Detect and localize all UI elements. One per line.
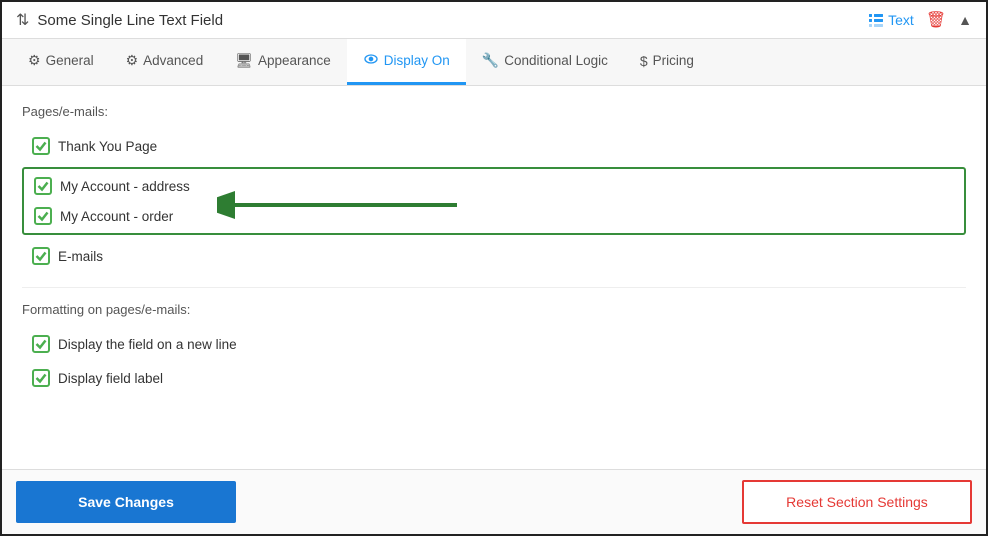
checkbox-field-label[interactable]	[32, 369, 50, 387]
check-icon-field-label	[35, 372, 47, 384]
footer: Save Changes Reset Section Settings	[2, 469, 986, 534]
checkbox-my-account-order[interactable]	[34, 207, 52, 225]
content-area: Pages/e-mails: Thank You Page My Account…	[2, 86, 986, 469]
list-icon	[868, 12, 884, 28]
tab-display-on[interactable]: Display On	[347, 39, 466, 85]
list-item-field-label[interactable]: Display field label	[22, 361, 966, 395]
appearance-icon: 🖥	[235, 52, 253, 69]
section-divider	[22, 287, 966, 288]
header-right: Text 🗑 ▲	[868, 10, 972, 30]
check-icon-order	[37, 210, 49, 222]
sort-icon: ⇅	[16, 10, 29, 30]
tabs-bar: ⚙ General ⚙ Advanced 🖥 Appearance Displa…	[2, 39, 986, 86]
tab-advanced[interactable]: ⚙ Advanced	[110, 40, 220, 84]
formatting-label: Formatting on pages/e-mails:	[22, 302, 966, 317]
list-item-thank-you[interactable]: Thank You Page	[22, 129, 966, 163]
collapse-icon[interactable]: ▲	[958, 12, 972, 28]
check-icon	[35, 140, 47, 152]
checkbox-emails[interactable]	[32, 247, 50, 265]
general-icon: ⚙	[28, 52, 41, 69]
tab-conditional-logic[interactable]: 🔧 Conditional Logic	[466, 40, 624, 84]
advanced-icon: ⚙	[126, 52, 139, 69]
conditional-logic-icon: 🔧	[482, 52, 499, 69]
reset-section-settings-button[interactable]: Reset Section Settings	[742, 480, 972, 524]
delete-icon[interactable]: 🗑	[926, 10, 946, 30]
display-on-icon	[363, 51, 379, 70]
list-item-new-line[interactable]: Display the field on a new line	[22, 327, 966, 361]
tab-pricing[interactable]: $ Pricing	[624, 41, 710, 84]
header: ⇅ Some Single Line Text Field Text 🗑 ▲	[2, 2, 986, 39]
header-left: ⇅ Some Single Line Text Field	[16, 10, 223, 30]
checkbox-thank-you[interactable]	[32, 137, 50, 155]
list-item-my-account-order[interactable]: My Account - order	[24, 201, 964, 231]
check-icon-emails	[35, 250, 47, 262]
check-icon-new-line	[35, 338, 47, 350]
pricing-icon: $	[640, 53, 648, 69]
my-account-group: My Account - address My Account - order	[22, 167, 966, 235]
pages-emails-label: Pages/e-mails:	[22, 104, 966, 119]
text-type-label: Text	[868, 12, 914, 28]
formatting-section: Formatting on pages/e-mails: Display the…	[22, 302, 966, 395]
list-item-emails[interactable]: E-mails	[22, 239, 966, 273]
checkbox-my-account-address[interactable]	[34, 177, 52, 195]
header-title: Some Single Line Text Field	[37, 12, 223, 29]
tab-general[interactable]: ⚙ General	[12, 40, 110, 84]
check-icon-address	[37, 180, 49, 192]
eye-icon	[363, 51, 379, 67]
checkbox-new-line[interactable]	[32, 335, 50, 353]
tab-appearance[interactable]: 🖥 Appearance	[219, 40, 347, 84]
list-item-my-account-address[interactable]: My Account - address	[24, 171, 964, 201]
save-changes-button[interactable]: Save Changes	[16, 481, 236, 523]
